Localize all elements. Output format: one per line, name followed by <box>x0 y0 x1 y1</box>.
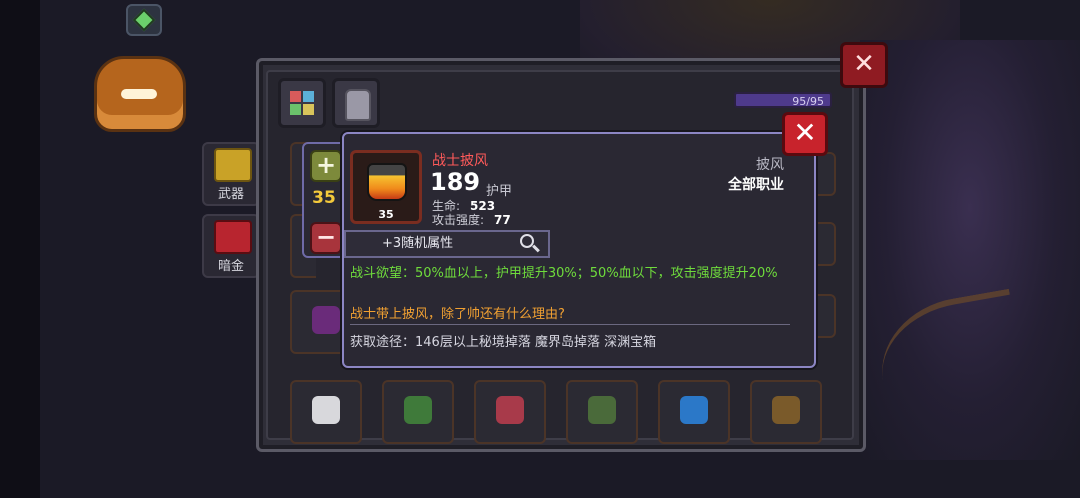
flame-cloak-icon <box>367 163 407 201</box>
chest-icon <box>214 220 252 254</box>
inventory-slot[interactable] <box>750 380 822 444</box>
armor-icon <box>345 89 371 121</box>
item-icon <box>404 396 432 424</box>
grid-icon <box>290 91 314 115</box>
inventory-slot[interactable] <box>566 380 638 444</box>
quantity-value: 35 <box>312 188 336 208</box>
side-tab-label: 暗金 <box>217 259 244 274</box>
item-level: 35 <box>378 208 394 221</box>
item-icon <box>312 396 340 424</box>
item-icon <box>772 396 800 424</box>
item-source-text: 获取途径：146层以上秘境掉落 魔界岛掉落 深渊宝箱 <box>350 335 657 350</box>
side-tab-weapon[interactable]: 武器 <box>202 142 260 206</box>
plus-button[interactable]: + <box>310 150 342 182</box>
stat-value: 77 <box>494 213 511 227</box>
side-tab-darkgold[interactable]: 暗金 <box>202 214 260 278</box>
left-edge-shadow <box>0 0 40 498</box>
inventory-close-button[interactable]: ✕ <box>840 42 888 88</box>
item-icon <box>496 396 524 424</box>
item-flavor-text: 战士带上披风，除了帅还有什么理由? <box>350 307 565 322</box>
inventory-slot[interactable] <box>814 294 836 338</box>
inventory-slot[interactable] <box>382 380 454 444</box>
item-icon <box>588 396 616 424</box>
item-icon <box>680 396 708 424</box>
inventory-slot[interactable] <box>474 380 546 444</box>
stat-attack: 攻击强度: 77 <box>432 211 511 228</box>
cloak-item-icon <box>312 306 340 334</box>
capacity-bar: 95/95 <box>734 92 832 108</box>
tooltip-divider <box>350 324 790 325</box>
tab-all-items[interactable] <box>278 78 326 128</box>
inventory-slot[interactable] <box>658 380 730 444</box>
random-attribute-bar[interactable]: +3随机属性 <box>344 230 550 258</box>
item-name: 战士披风 <box>432 153 488 169</box>
item-power: 189 <box>430 168 481 196</box>
stat-label: 攻击强度: <box>432 213 485 227</box>
tooltip-close-button[interactable]: ✕ <box>782 112 828 156</box>
map-icon[interactable] <box>126 4 162 36</box>
inventory-slot[interactable] <box>290 380 362 444</box>
map-diamond-icon <box>132 8 156 32</box>
tab-equipment[interactable] <box>332 78 380 128</box>
inventory-slot[interactable] <box>814 152 836 196</box>
side-tab-label: 武器 <box>217 187 244 202</box>
pet-avatar <box>94 56 186 132</box>
item-skill-text: 战斗欲望：50%血以上，护甲提升30%；50%血以下，攻击强度提升20% <box>350 266 778 281</box>
inventory-slot[interactable] <box>814 222 836 266</box>
magnifier-icon[interactable] <box>520 234 534 248</box>
item-frame: 35 <box>350 150 422 224</box>
minus-button[interactable]: − <box>310 222 342 254</box>
item-class: 全部职业 <box>728 177 784 193</box>
weapon-icon <box>214 148 252 182</box>
quantity-stepper: + 35 − <box>302 142 346 258</box>
item-type: 披风 <box>756 157 784 173</box>
